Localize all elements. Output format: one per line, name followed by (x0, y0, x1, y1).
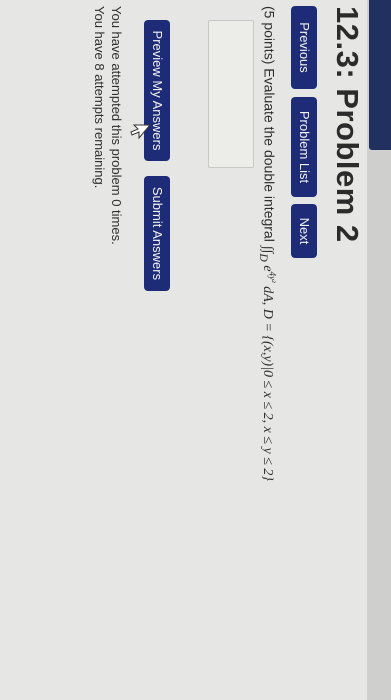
sidebar-tab[interactable] (369, 0, 391, 150)
attempted-text: You have attempted this problem 0 times. (109, 6, 124, 245)
next-button[interactable]: Next (291, 204, 317, 258)
integrand-exponent: 4y² (268, 271, 278, 283)
math-expression: ∫∫D e4y² dA, D = {(x,y)|0 ≤ x ≤ 2, x ≤ y… (257, 246, 278, 482)
previous-button[interactable]: Previous (291, 6, 317, 89)
region-subscript: D (257, 253, 271, 262)
region-definition: dA, D = {(x,y)|0 ≤ x ≤ 2, x ≤ y ≤ 2} (260, 286, 276, 482)
mouse-pointer-svg (130, 124, 152, 140)
page-title: 12.3: Problem 2 (330, 6, 365, 243)
remaining-text: You have 8 attempts remaining. (92, 6, 107, 189)
webwork-problem-page: 12.3: Problem 2 Previous Problem List Ne… (0, 0, 391, 700)
submit-answers-button[interactable]: Submit Answers (144, 176, 170, 291)
problem-statement: (5 points) Evaluate the double integral … (258, 6, 278, 481)
points-text: (5 points) Evaluate the double integral (261, 6, 278, 242)
answer-input[interactable] (208, 20, 254, 168)
problem-list-button[interactable]: Problem List (291, 97, 317, 197)
